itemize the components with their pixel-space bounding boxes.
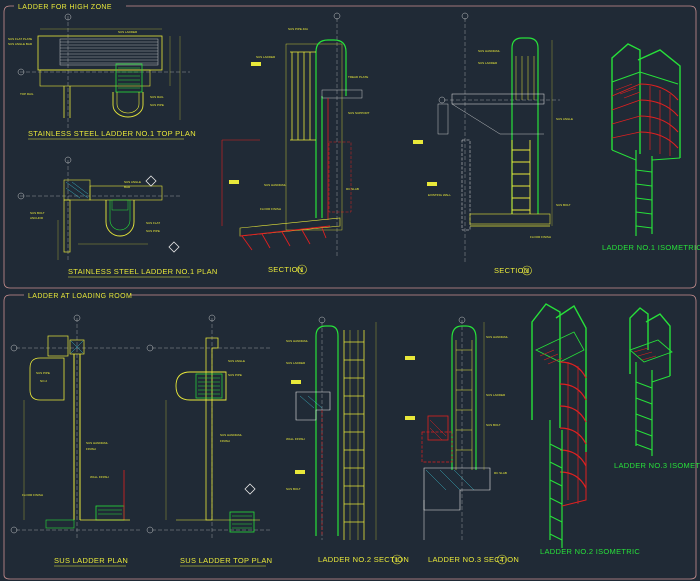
svg-text:FLOOR FINISH: FLOOR FINISH bbox=[22, 493, 43, 497]
drawing-sus-top-plan: SUS ANGLE SUS PIPE SUS HANDRAIL FINISH SUS… bbox=[146, 314, 272, 567]
svg-text:FINISH: FINISH bbox=[86, 447, 96, 451]
drawing-title-iso-1: LADDER NO.1 ISOMETRIC bbox=[602, 243, 700, 252]
svg-text:SUS PIPE: SUS PIPE bbox=[146, 229, 160, 233]
svg-text:FLOOR FINISH: FLOOR FINISH bbox=[530, 235, 551, 239]
svg-text:FLOOR FINISH: FLOOR FINISH bbox=[260, 207, 281, 211]
svg-text:NO.2: NO.2 bbox=[40, 379, 47, 383]
svg-text:RC SLAB: RC SLAB bbox=[494, 471, 507, 475]
drawing-iso-ladder-2: LADDER NO.2 ISOMETRIC bbox=[531, 303, 640, 556]
svg-text:SUS LADDER: SUS LADDER bbox=[286, 361, 306, 365]
svg-text:SUS LADDER: SUS LADDER bbox=[118, 30, 138, 34]
drawing-title-iso-3: LADDER NO.3 ISOMETRIC bbox=[614, 461, 700, 470]
svg-text:SUS LADDER: SUS LADDER bbox=[486, 393, 506, 397]
drawing-iso-ladder-3: LADDER NO.3 ISOMETRIC bbox=[614, 307, 700, 470]
svg-text:SUS LADDER: SUS LADDER bbox=[256, 55, 276, 59]
svg-text:SUS ANGLE BAR: SUS ANGLE BAR bbox=[8, 42, 33, 46]
svg-text:SUS RAIL: SUS RAIL bbox=[150, 95, 164, 99]
svg-text:RC SLAB: RC SLAB bbox=[346, 187, 359, 191]
svg-text:SUS PIPE: SUS PIPE bbox=[36, 371, 50, 375]
drawing-plan: SUS ANGLEBAR SUS FLAT SUS PIPE SUS BOLTAN… bbox=[17, 156, 218, 278]
drawing-iso-ladder-1: LADDER NO.1 ISOMETRIC bbox=[602, 43, 700, 252]
svg-text:ANCHOR: ANCHOR bbox=[30, 216, 44, 220]
svg-text:TOP RAIL: TOP RAIL bbox=[20, 92, 34, 96]
drawing-title-top-plan: STAINLESS STEEL LADDER NO.1 TOP PLAN bbox=[28, 129, 196, 138]
svg-text:SUS PIPE 40A: SUS PIPE 40A bbox=[288, 27, 308, 31]
svg-text:SUS ANGLE: SUS ANGLE bbox=[124, 180, 141, 184]
svg-text:SUS HANDRAIL: SUS HANDRAIL bbox=[486, 335, 509, 339]
drawing-title-iso-2: LADDER NO.2 ISOMETRIC bbox=[540, 547, 640, 556]
svg-text:BAR: BAR bbox=[124, 185, 131, 189]
frame-high-zone: LADDER FOR HIGH ZONE bbox=[3, 1, 697, 289]
svg-text:WALL FINISH: WALL FINISH bbox=[90, 475, 109, 479]
svg-text:SUS BOLT: SUS BOLT bbox=[556, 203, 571, 207]
svg-text:SUS BOLT: SUS BOLT bbox=[30, 211, 45, 215]
svg-text:SUS HANDRAIL: SUS HANDRAIL bbox=[220, 433, 243, 437]
svg-text:WALL FINISH: WALL FINISH bbox=[286, 437, 305, 441]
cad-drawing-canvas: LADDER FOR HIGH ZONE LADDER AT LOADING R… bbox=[3, 1, 700, 580]
svg-text:SUS LADDER: SUS LADDER bbox=[478, 61, 498, 65]
drawing-title-section-1: SECTION bbox=[268, 265, 303, 274]
svg-text:EXISTING WALL: EXISTING WALL bbox=[428, 193, 451, 197]
svg-text:SUS HANDRAIL: SUS HANDRAIL bbox=[478, 49, 501, 53]
drawing-no2-section: SUS HANDRAIL SUS LADDER WALL FINISH SUS BO… bbox=[286, 316, 409, 565]
section-title-loading-room: LADDER AT LOADING ROOM bbox=[28, 293, 132, 300]
drawing-no3-section: SUS HANDRAILSUS LADDER RC SLABSUS BOLT L… bbox=[405, 316, 519, 565]
drawing-section-2: SUS HANDRAIL SUS LADDER SUS ANGLE EXISTING… bbox=[413, 12, 573, 276]
section-title-high-zone: LADDER FOR HIGH ZONE bbox=[18, 4, 112, 11]
svg-text:SUS PIPE: SUS PIPE bbox=[228, 373, 242, 377]
svg-text:TREAD PLATE: TREAD PLATE bbox=[348, 75, 368, 79]
svg-text:FINISH: FINISH bbox=[220, 439, 230, 443]
svg-text:SUS HANDRAIL: SUS HANDRAIL bbox=[264, 183, 287, 187]
drawing-sus-plan: NO.2 SUS HANDRAIL FINISH WALL FINISH FLOOR… bbox=[10, 314, 140, 567]
svg-text:SUS FLAT PLATE: SUS FLAT PLATE bbox=[8, 37, 32, 41]
svg-text:SUS BOLT: SUS BOLT bbox=[486, 423, 501, 427]
svg-text:SUS PIPE: SUS PIPE bbox=[150, 103, 164, 107]
svg-text:SUS HANDRAIL: SUS HANDRAIL bbox=[286, 339, 309, 343]
drawing-title-sus-top-plan: SUS LADDER TOP PLAN bbox=[180, 556, 272, 565]
drawing-title-sus-plan: SUS LADDER PLAN bbox=[54, 556, 128, 565]
svg-text:SUS HANDRAIL: SUS HANDRAIL bbox=[86, 441, 109, 445]
drawing-title-plan: STAINLESS STEEL LADDER NO.1 PLAN bbox=[68, 267, 218, 276]
drawing-top-plan: SUS FLAT PLATESUS ANGLE BAR SUS LADDER SU… bbox=[8, 13, 196, 140]
svg-text:SUS ANGLE: SUS ANGLE bbox=[228, 359, 245, 363]
drawing-section-1: SUS LADDER TREAD PLATE SUS HANDRAIL SUS SU… bbox=[221, 12, 370, 275]
svg-text:SUS BOLT: SUS BOLT bbox=[286, 487, 301, 491]
svg-text:SUS ANGLE: SUS ANGLE bbox=[556, 117, 573, 121]
svg-text:SUS FLAT: SUS FLAT bbox=[146, 221, 160, 225]
svg-text:SUS SUPPORT: SUS SUPPORT bbox=[348, 111, 370, 115]
